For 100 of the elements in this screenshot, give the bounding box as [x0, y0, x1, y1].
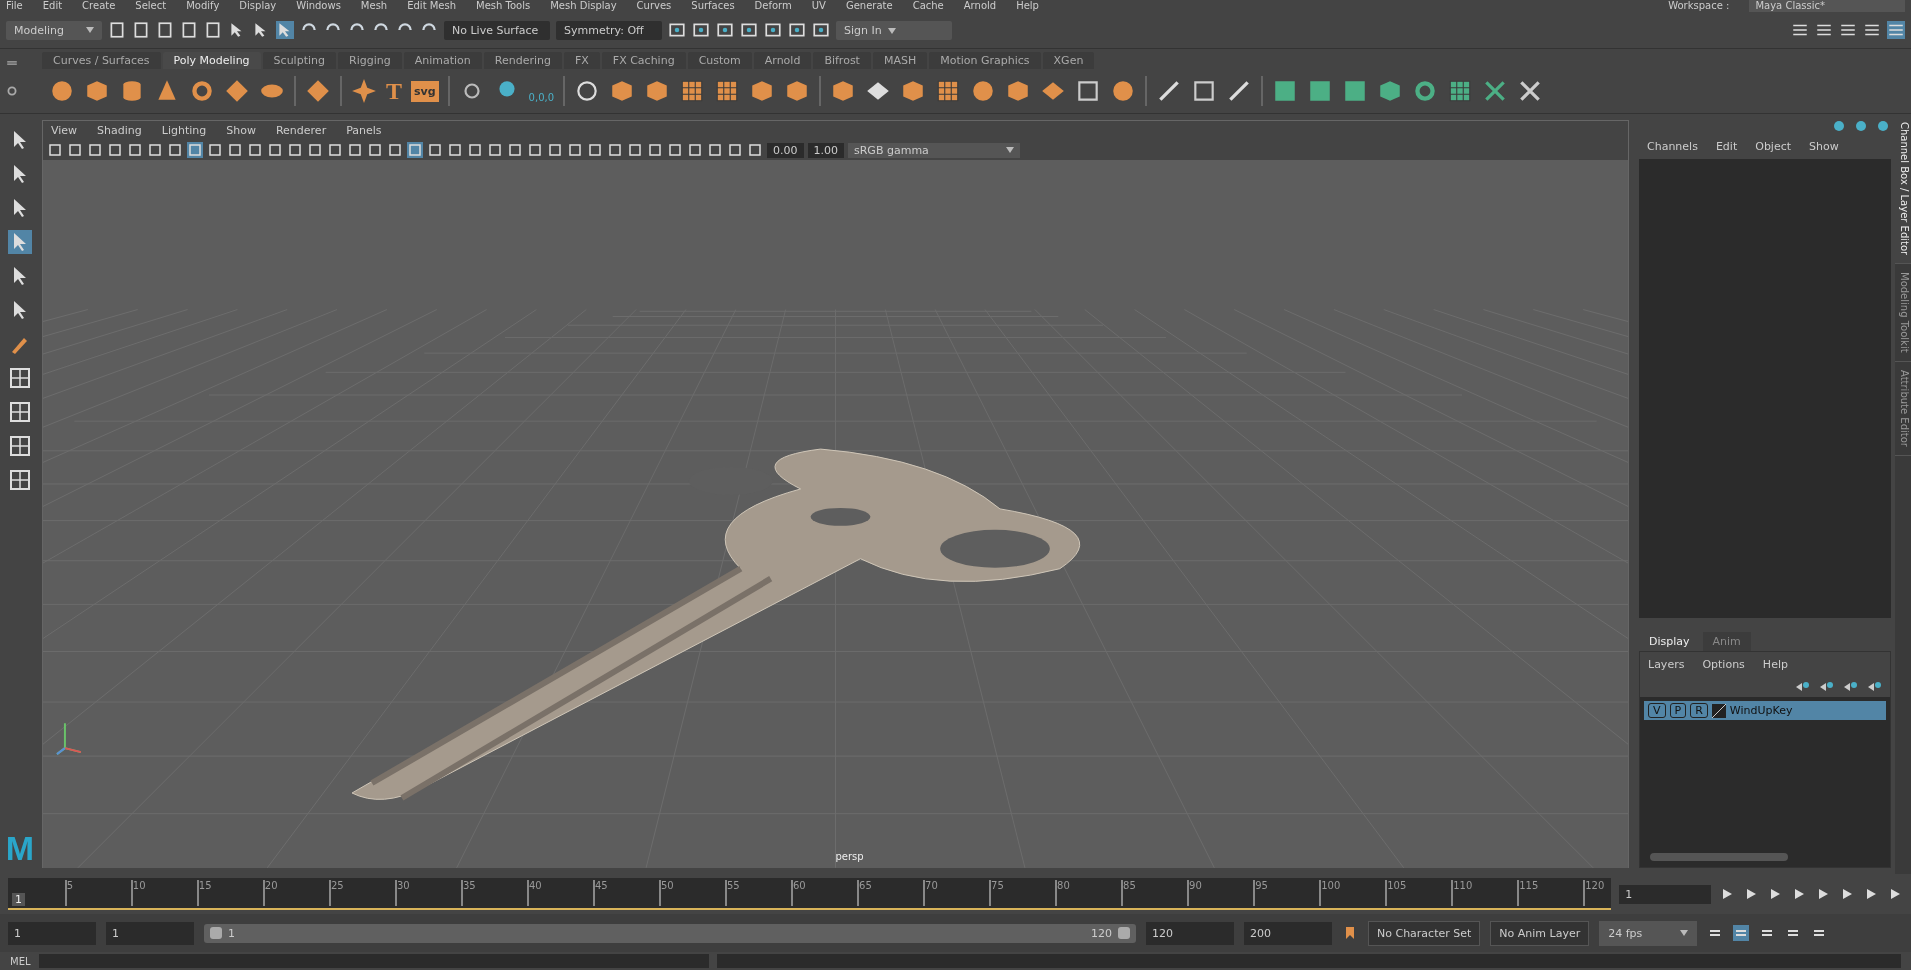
end-frame-field[interactable]: 200 — [1244, 921, 1332, 945]
panel-menu-item[interactable]: Shading — [97, 124, 142, 137]
layer-menu-item[interactable]: Options — [1702, 658, 1745, 671]
color-space-dropdown[interactable]: sRGB gamma — [848, 142, 1020, 158]
gamma-field[interactable]: 1.00 — [807, 142, 844, 158]
viewport-toolbar-icon[interactable] — [467, 142, 483, 158]
side-tab[interactable]: Channel Box / Layer Editor — [1895, 114, 1911, 265]
command-input-field[interactable] — [38, 954, 709, 968]
text-tool-button[interactable]: T — [386, 77, 402, 105]
svg-tool-button[interactable]: svg — [411, 80, 439, 102]
diamond-icon[interactable] — [224, 78, 250, 104]
viewport-toolbar-icon[interactable] — [687, 142, 703, 158]
layer-menu-item[interactable]: Help — [1762, 658, 1788, 671]
panel-menu-item[interactable]: View — [51, 124, 78, 137]
menu-item[interactable]: Arnold — [963, 0, 997, 12]
exposure-field[interactable]: 0.00 — [767, 142, 804, 158]
side-tab[interactable]: Attribute Editor — [1895, 361, 1911, 456]
viewport-toolbar-icon[interactable] — [587, 142, 603, 158]
menu-item[interactable]: Generate — [845, 0, 893, 12]
menu-item[interactable]: Mesh — [360, 0, 388, 12]
viewport-toolbar-icon[interactable] — [67, 142, 83, 158]
viewport-toolbar-icon[interactable] — [327, 142, 343, 158]
render-icon[interactable] — [764, 21, 782, 39]
viewport-toolbar-icon[interactable] — [447, 142, 463, 158]
menu-item[interactable]: Edit — [42, 0, 63, 12]
polyhedron-icon[interactable] — [305, 78, 331, 104]
shelf-tab[interactable]: MASH — [872, 52, 928, 69]
menu-item[interactable]: Help — [1016, 0, 1039, 12]
viewport-toolbar-icon[interactable] — [287, 142, 303, 158]
menu-item[interactable]: Mesh Display — [550, 0, 617, 12]
viewport-toolbar-icon[interactable] — [207, 142, 223, 158]
layer-toggle-button[interactable]: R — [1690, 703, 1708, 718]
viewport-toolbar-icon[interactable] — [727, 142, 743, 158]
shelf-tab[interactable]: Bifrost — [813, 52, 871, 69]
menu-item[interactable]: UV — [811, 0, 826, 12]
layer-menu-item[interactable]: Layers — [1648, 658, 1685, 671]
cube-icon[interactable] — [84, 78, 110, 104]
viewport-toolbar-icon[interactable] — [387, 142, 403, 158]
render-icon[interactable] — [668, 21, 686, 39]
channel-box-menu-item[interactable]: Object — [1755, 140, 1792, 153]
layer-toggle-button[interactable]: V — [1648, 703, 1666, 718]
viewport-toolbar-icon[interactable] — [627, 142, 643, 158]
shelf-tab[interactable]: Motion Graphics — [929, 52, 1041, 69]
menu-item[interactable]: Deform — [754, 0, 792, 12]
viewport-toolbar-icon[interactable] — [347, 142, 363, 158]
shelf-tab[interactable]: FX — [563, 52, 600, 69]
character-set-dropdown[interactable]: No Character Set — [1368, 920, 1481, 946]
viewport-toolbar-icon[interactable] — [527, 142, 543, 158]
viewport-toolbar-icon[interactable] — [747, 142, 763, 158]
viewport-toolbar-icon[interactable] — [307, 142, 323, 158]
layout-icon[interactable] — [8, 468, 32, 492]
side-tab[interactable]: Modeling Toolkit — [1895, 264, 1911, 362]
layout-icon[interactable] — [8, 400, 32, 424]
viewport-toolbar-icon[interactable] — [707, 142, 723, 158]
current-frame-field[interactable]: 1 — [1619, 884, 1712, 904]
viewport-toolbar-icon[interactable] — [167, 142, 183, 158]
viewport-toolbar-icon[interactable] — [567, 142, 583, 158]
viewport-toolbar-icon[interactable] — [107, 142, 123, 158]
shelf-tab[interactable]: Rendering — [483, 52, 562, 69]
menu-item[interactable]: Edit Mesh — [407, 0, 457, 12]
panel-menu-item[interactable]: Panels — [346, 124, 382, 137]
workspace-dropdown[interactable]: Maya Classic* — [1749, 0, 1905, 12]
live-surface-field[interactable]: No Live Surface — [444, 20, 550, 40]
star-icon[interactable] — [351, 78, 377, 104]
viewport-toolbar-icon[interactable] — [547, 142, 563, 158]
sign-in-dropdown[interactable]: Sign In — [836, 20, 952, 40]
sphere-icon[interactable] — [49, 78, 75, 104]
render-icon[interactable] — [740, 21, 758, 39]
menu-item[interactable]: Display — [239, 0, 277, 12]
layer-color-swatch[interactable] — [1711, 703, 1726, 718]
menu-item[interactable]: Select — [135, 0, 167, 12]
shelf-tab[interactable]: XGen — [1042, 52, 1095, 69]
shelf-tab[interactable]: Curves / Surfaces — [42, 52, 161, 69]
script-language-label[interactable]: MEL — [10, 955, 31, 967]
menu-item[interactable]: Windows — [296, 0, 341, 12]
render-icon[interactable] — [692, 21, 710, 39]
shelf-tab[interactable]: Arnold — [753, 52, 812, 69]
anim-layer-dropdown[interactable]: No Anim Layer — [1490, 920, 1590, 946]
snowflake-button[interactable]: 0,0,0 — [528, 79, 555, 103]
viewport-toolbar-icon[interactable] — [647, 142, 663, 158]
torus-icon[interactable] — [189, 78, 215, 104]
viewport-toolbar-icon[interactable] — [367, 142, 383, 158]
render-icon[interactable] — [788, 21, 806, 39]
render-icon[interactable] — [716, 21, 734, 39]
panel-option-icon[interactable] — [1831, 118, 1847, 134]
layout-icon[interactable] — [8, 434, 32, 458]
viewport-toolbar-icon[interactable] — [507, 142, 523, 158]
viewport-toolbar-icon[interactable] — [227, 142, 243, 158]
menu-item[interactable]: File — [6, 0, 23, 12]
panel-toggle-icon[interactable] — [1887, 21, 1905, 39]
shelf-tab[interactable]: Custom — [687, 52, 752, 69]
symmetry-dropdown[interactable]: Symmetry: Off — [556, 20, 662, 40]
mode-dropdown[interactable]: Modeling — [6, 20, 102, 40]
viewport-toolbar-icon[interactable] — [247, 142, 263, 158]
channel-box-menu-item[interactable]: Channels — [1647, 140, 1698, 153]
range-end-field[interactable]: 120 — [1146, 921, 1234, 945]
viewport-toolbar-icon[interactable] — [47, 142, 63, 158]
settings-icon[interactable] — [6, 85, 18, 97]
menu-item[interactable]: Modify — [186, 0, 220, 12]
fps-dropdown[interactable]: 24 fps — [1599, 920, 1698, 946]
